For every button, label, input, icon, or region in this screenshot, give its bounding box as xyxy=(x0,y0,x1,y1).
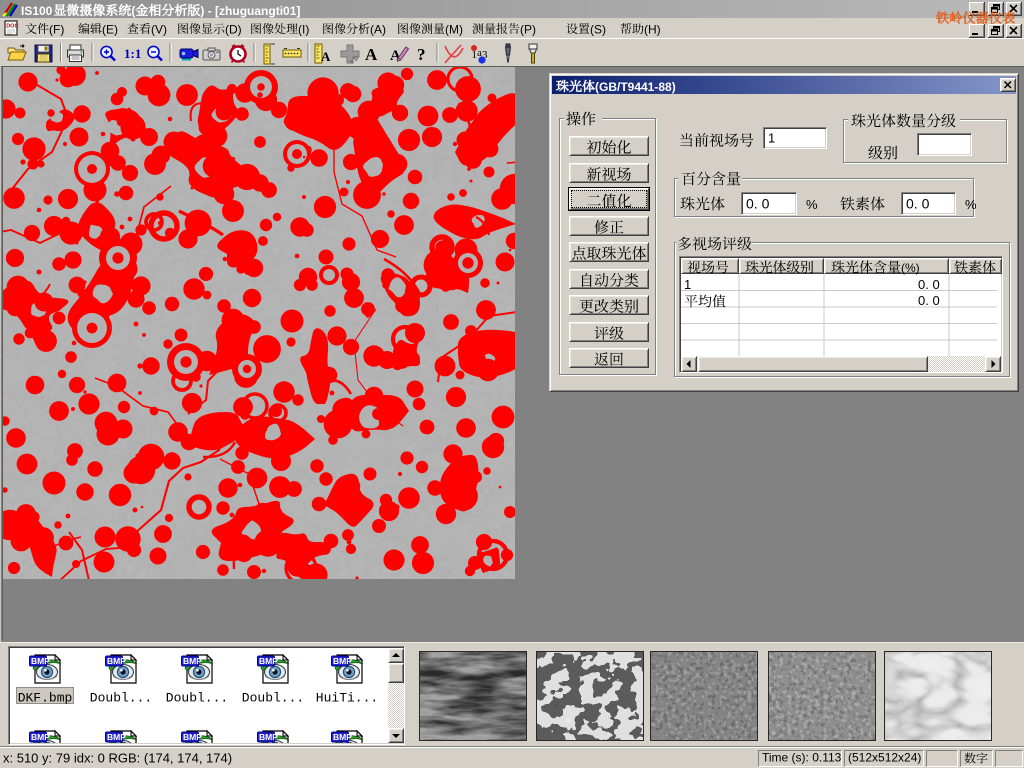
svg-text:A: A xyxy=(321,49,331,64)
svg-text:1:1: 1:1 xyxy=(124,46,141,61)
svg-text:A: A xyxy=(365,45,378,64)
svg-text:?: ? xyxy=(417,45,426,64)
